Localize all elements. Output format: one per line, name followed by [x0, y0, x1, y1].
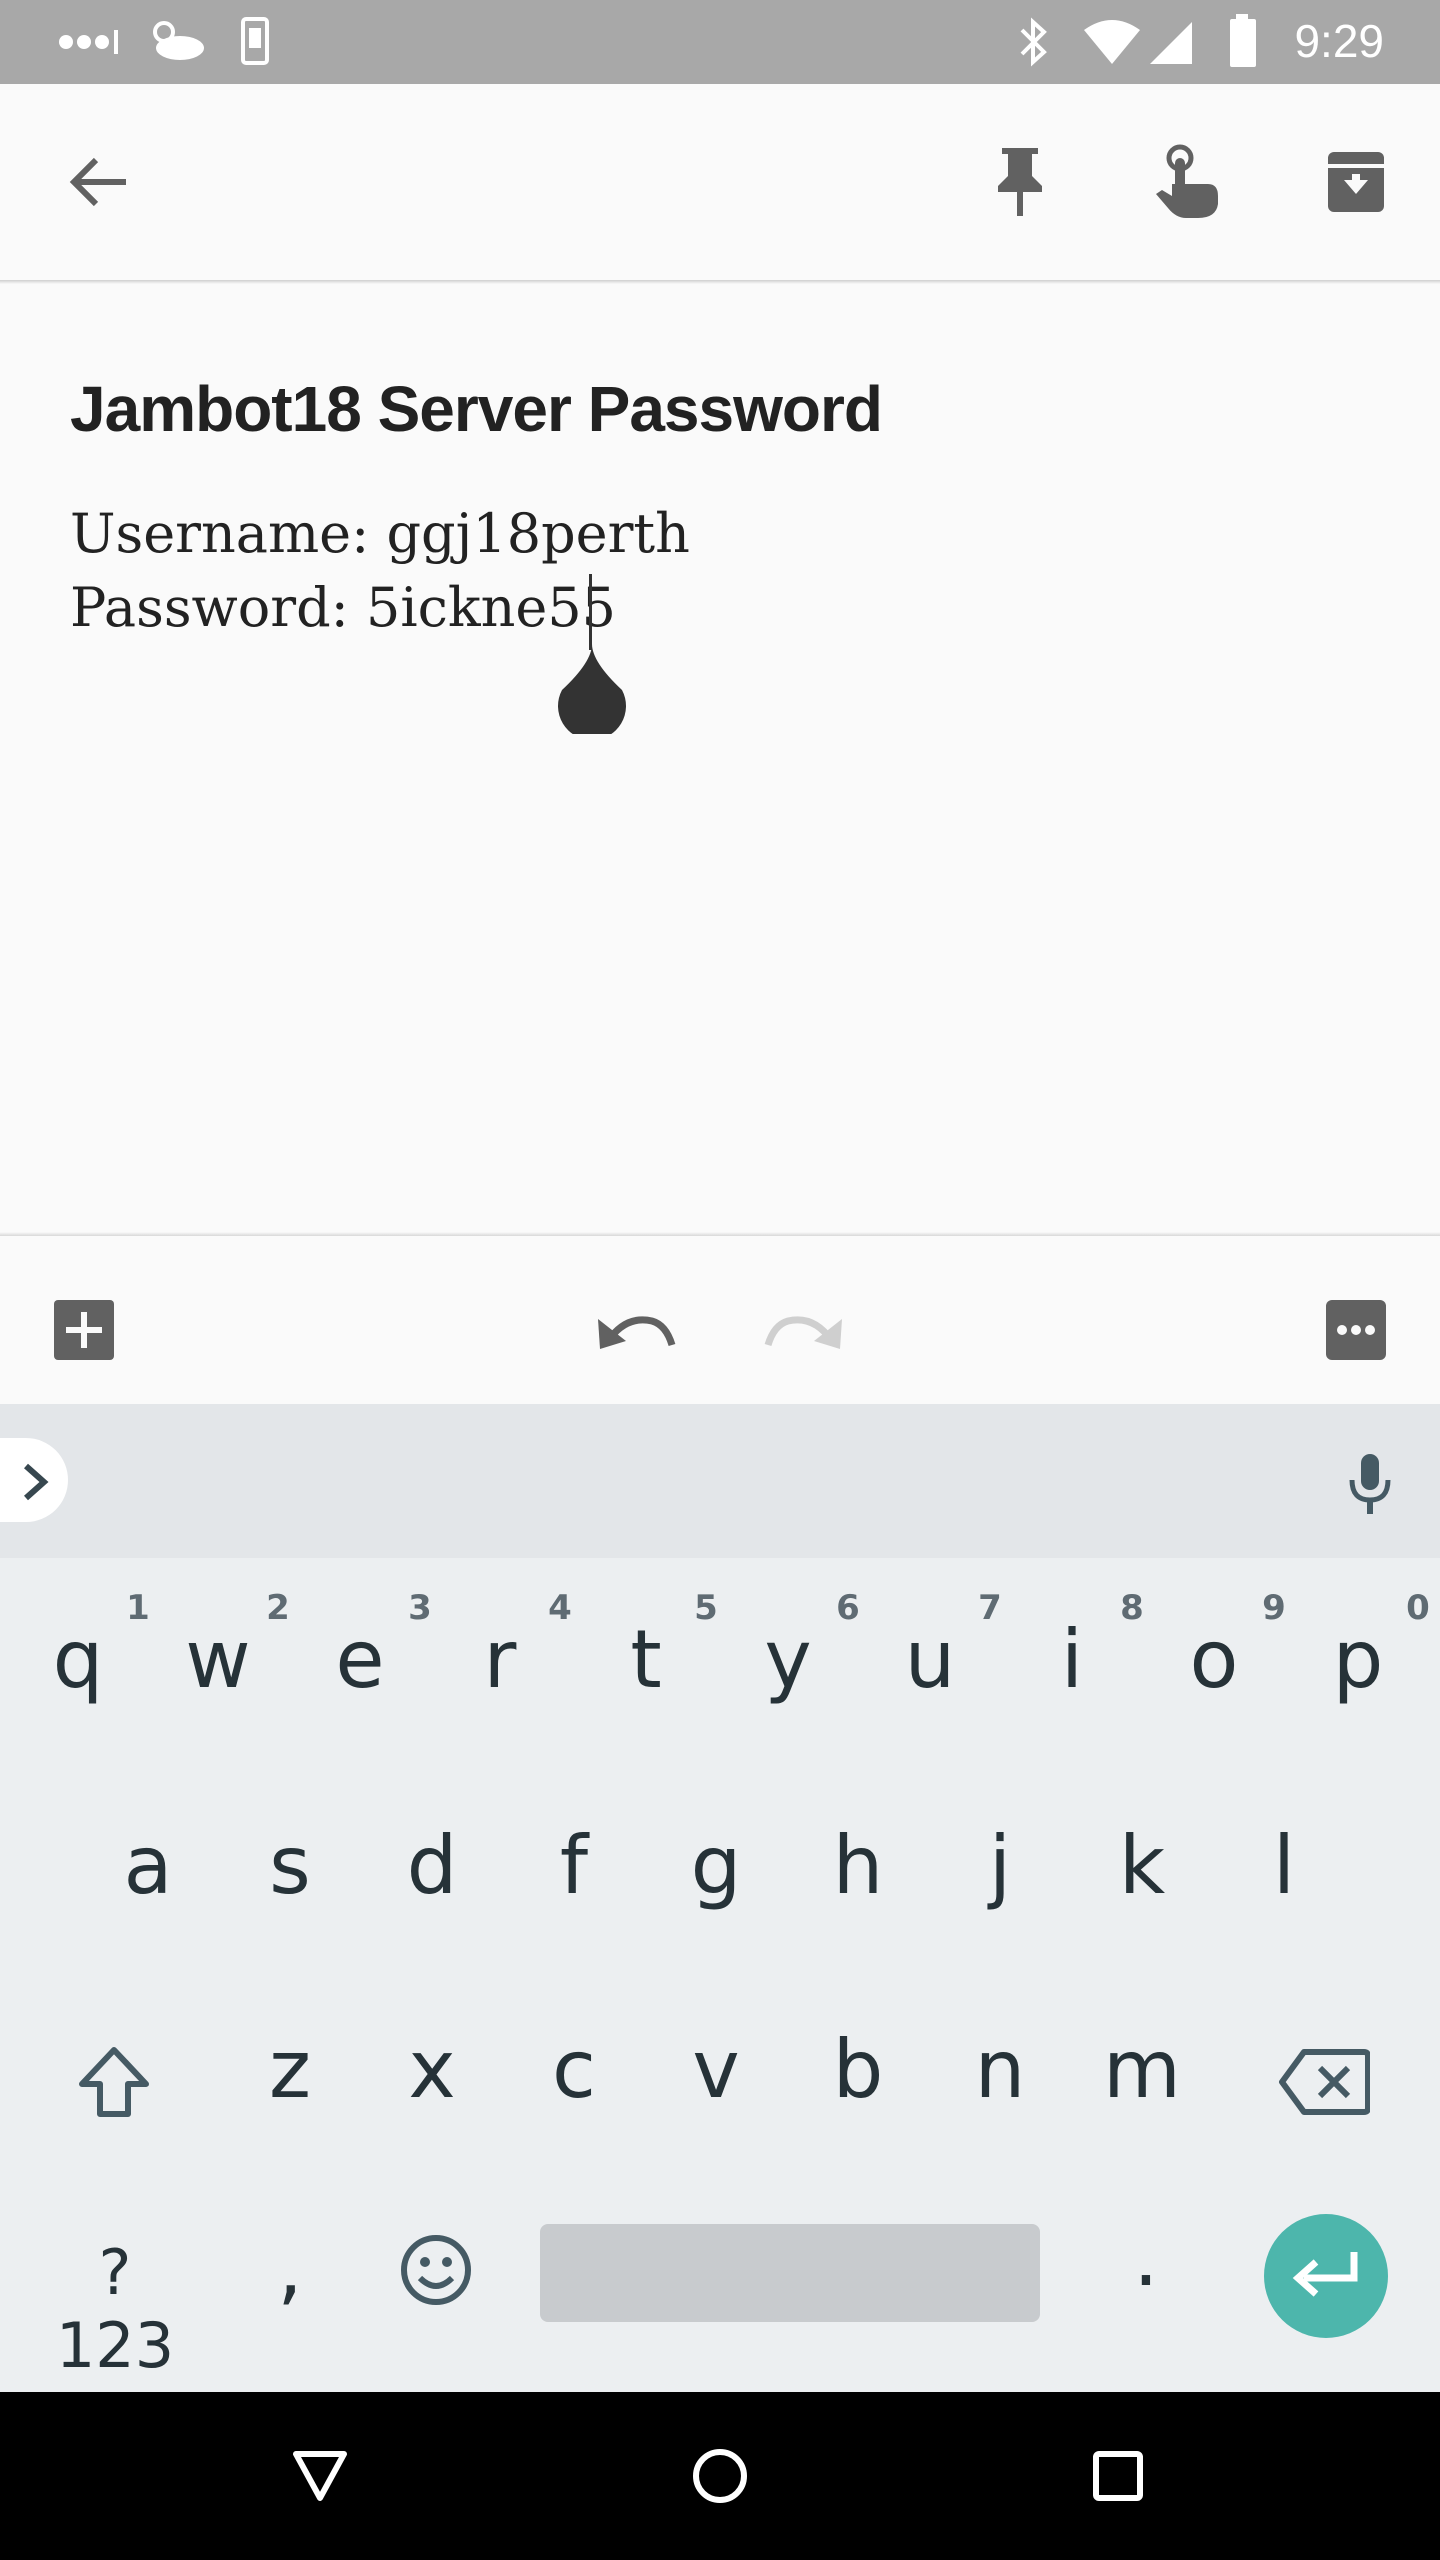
add-box-icon: [54, 1300, 114, 1360]
key-y[interactable]: y: [728, 1620, 848, 1700]
undo-button[interactable]: [588, 1282, 684, 1378]
key-d[interactable]: d: [372, 1826, 492, 1906]
cell-signal-icon: [1150, 22, 1192, 64]
key-hint: 5: [694, 1588, 718, 1628]
arrow-back-icon: [69, 157, 126, 207]
phone-icon: [241, 17, 269, 65]
key-s[interactable]: s: [230, 1826, 350, 1906]
symbols-key[interactable]: ?123: [40, 2236, 190, 2382]
key-a[interactable]: a: [88, 1826, 208, 1906]
key-g[interactable]: g: [656, 1826, 776, 1906]
key-hint: 9: [1262, 1588, 1286, 1628]
enter-key[interactable]: [1264, 2214, 1388, 2338]
text-cursor: [589, 574, 592, 650]
key-j[interactable]: j: [940, 1826, 1060, 1906]
key-z[interactable]: z: [230, 2030, 350, 2110]
space-bar[interactable]: [540, 2224, 1040, 2322]
status-time: 9:29: [1294, 15, 1384, 67]
key-u[interactable]: u: [870, 1620, 990, 1700]
archive-icon: [1328, 152, 1384, 212]
key-h[interactable]: h: [798, 1826, 918, 1906]
key-hint: 6: [836, 1588, 860, 1628]
redo-icon: [764, 1316, 842, 1349]
key-x[interactable]: x: [372, 2030, 492, 2110]
more-options-button[interactable]: [1308, 1282, 1404, 1378]
key-hint: 0: [1406, 1588, 1430, 1628]
key-w[interactable]: w: [158, 1620, 278, 1700]
cursor-handle[interactable]: [556, 642, 628, 734]
nav-recents-button[interactable]: [1068, 2426, 1168, 2526]
key-c[interactable]: c: [514, 2030, 634, 2110]
reminder-button[interactable]: [1138, 134, 1234, 230]
toolbar-shadow: [0, 280, 1440, 284]
expand-suggestions-button[interactable]: [0, 1438, 68, 1522]
reminder-finger-icon: [1156, 144, 1218, 218]
key-i[interactable]: i: [1012, 1620, 1132, 1700]
key-r[interactable]: r: [440, 1620, 560, 1700]
note-title[interactable]: Jambot18 Server Password: [70, 372, 1270, 446]
key-k[interactable]: k: [1082, 1826, 1202, 1906]
key-q[interactable]: q: [18, 1620, 138, 1700]
pin-icon: [998, 148, 1042, 216]
backspace-key[interactable]: [1266, 2024, 1382, 2140]
key-o[interactable]: o: [1154, 1620, 1274, 1700]
enter-icon: [1292, 2252, 1358, 2297]
key-hint: 1: [126, 1588, 150, 1628]
chevron-right-icon: [24, 1463, 49, 1501]
key-v[interactable]: v: [656, 2030, 776, 2110]
microphone-icon: [1349, 1454, 1391, 1514]
status-bar: 9:29: [0, 0, 1440, 84]
emoji-key[interactable]: [388, 2222, 484, 2318]
recents-square-icon: [1093, 2451, 1143, 2501]
battery-icon: [1230, 14, 1256, 67]
key-hint: 8: [1120, 1588, 1144, 1628]
key-e[interactable]: e: [300, 1620, 420, 1700]
key-l[interactable]: l: [1224, 1826, 1344, 1906]
key-n[interactable]: n: [940, 2030, 1060, 2110]
pin-button[interactable]: [972, 134, 1068, 230]
key-hint: 7: [978, 1588, 1002, 1628]
weather-cloud-icon: [153, 21, 204, 60]
wifi-icon: [1084, 20, 1140, 64]
undo-icon: [598, 1316, 676, 1349]
shift-key[interactable]: [56, 2024, 172, 2140]
key-t[interactable]: t: [586, 1620, 706, 1700]
navigation-bar: [0, 2392, 1440, 2560]
home-circle-icon: [693, 2449, 747, 2503]
archive-button[interactable]: [1308, 134, 1404, 230]
note-body-line[interactable]: Password: 5ickne55: [70, 576, 616, 639]
signal-dots-icon: [59, 30, 118, 54]
bluetooth-icon: [1020, 17, 1047, 67]
key-b[interactable]: b: [798, 2030, 918, 2110]
note-body-line[interactable]: Username: ggj18perth: [70, 502, 690, 565]
nav-home-button[interactable]: [670, 2426, 770, 2526]
key-hint: 3: [408, 1588, 432, 1628]
nav-back-triangle-icon: [293, 2451, 347, 2501]
key-m[interactable]: m: [1082, 2030, 1202, 2110]
nav-back-button[interactable]: [270, 2426, 370, 2526]
key-hint: 4: [548, 1588, 572, 1628]
emoji-icon: [401, 2235, 471, 2305]
suggestion-strip: [0, 1404, 1440, 1558]
back-button[interactable]: [50, 134, 146, 230]
editor-toolbar: [0, 1236, 1440, 1404]
voice-input-button[interactable]: [1330, 1444, 1410, 1524]
comma-key[interactable]: ,: [230, 2228, 350, 2308]
key-f[interactable]: f: [514, 1826, 634, 1906]
note-toolbar: [0, 84, 1440, 280]
add-button[interactable]: [36, 1282, 132, 1378]
period-key[interactable]: .: [1086, 2218, 1206, 2298]
key-hint: 2: [266, 1588, 290, 1628]
backspace-icon: [1279, 2049, 1370, 2115]
redo-button[interactable]: [756, 1282, 852, 1378]
key-p[interactable]: p: [1298, 1620, 1418, 1700]
shift-icon: [79, 2047, 149, 2117]
more-icon: [1326, 1300, 1386, 1360]
